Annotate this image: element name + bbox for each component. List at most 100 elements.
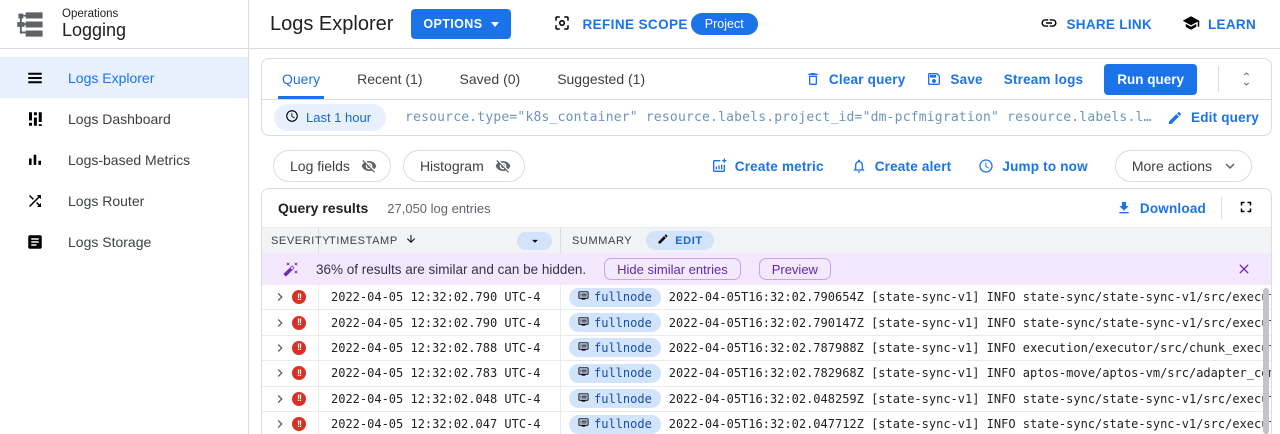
edit-summary-button[interactable]: EDIT [646, 231, 713, 250]
log-timestamp: 2022-04-05 12:32:02.047 UTC-4 [319, 412, 561, 434]
tab-label: Saved (0) [459, 71, 520, 87]
error-severity-icon: !! [292, 366, 306, 380]
share-link-label: SHARE LINK [1066, 17, 1152, 32]
resource-chip-label: fullnode [594, 392, 652, 406]
save-label: Save [950, 72, 982, 87]
close-icon[interactable] [1236, 261, 1252, 277]
refine-scope-icon [553, 14, 571, 35]
sort-desc-icon[interactable] [405, 233, 417, 248]
resource-chip-label: fullnode [594, 316, 652, 330]
banner-message: 36% of results are similar and can be hi… [316, 262, 586, 277]
error-severity-icon: !! [292, 392, 306, 406]
expand-row-icon[interactable] [272, 340, 288, 356]
clear-query-button[interactable]: Clear query [805, 71, 905, 87]
menu-lines-icon [26, 69, 44, 87]
sidebar-item-label: Logs Storage [68, 234, 151, 250]
time-range-chip[interactable]: Last 1 hour [274, 104, 386, 131]
log-timestamp: 2022-04-05 12:32:02.790 UTC-4 [319, 285, 561, 309]
query-results-panel: Query results 27,050 log entries Downloa… [261, 188, 1272, 434]
expand-row-icon[interactable] [272, 289, 288, 305]
options-label: OPTIONS [423, 17, 482, 31]
more-actions-button[interactable]: More actions [1115, 150, 1252, 182]
log-timestamp: 2022-04-05 12:32:02.783 UTC-4 [319, 361, 561, 385]
stream-logs-button[interactable]: Stream logs [1004, 72, 1083, 87]
download-button[interactable]: Download [1116, 200, 1206, 216]
create-alert-button[interactable]: Create alert [851, 158, 952, 174]
page-title: Logs Explorer [270, 13, 393, 36]
table-row[interactable]: !! 2022-04-05 12:32:02.790 UTC-4 fullnod… [262, 310, 1271, 335]
monitor-icon [578, 290, 589, 304]
edit-label: EDIT [675, 235, 702, 247]
error-severity-icon: !! [292, 341, 306, 355]
options-button[interactable]: OPTIONS [411, 9, 511, 39]
similar-entries-banner: 36% of results are similar and can be hi… [262, 253, 1271, 285]
fullscreen-icon[interactable] [1237, 198, 1255, 219]
tab-recent[interactable]: Recent (1) [353, 59, 426, 99]
table-row[interactable]: !! 2022-04-05 12:32:02.048 UTC-4 fullnod… [262, 387, 1271, 412]
jump-to-now-button[interactable]: Jump to now [978, 158, 1087, 174]
timestamp-options-dropdown[interactable] [517, 232, 552, 250]
expand-row-icon[interactable] [272, 365, 288, 381]
table-row[interactable]: !! 2022-04-05 12:32:02.790 UTC-4 fullnod… [262, 285, 1271, 310]
query-input[interactable]: resource.type="k8s_container" resource.l… [405, 110, 1151, 125]
learn-label: LEARN [1208, 17, 1256, 32]
log-timestamp: 2022-04-05 12:32:02.790 UTC-4 [319, 310, 561, 334]
hide-similar-entries-button[interactable]: Hide similar entries [604, 258, 741, 280]
histogram-toggle[interactable]: Histogram [403, 150, 525, 182]
preview-button[interactable]: Preview [759, 258, 831, 280]
resource-chip[interactable]: fullnode [569, 389, 661, 408]
timestamp-header-label: TIMESTAMP [329, 235, 398, 247]
share-link-button[interactable]: SHARE LINK [1040, 14, 1152, 35]
sidebar-item-logs-explorer[interactable]: Logs Explorer [0, 57, 248, 98]
refine-scope-button[interactable]: REFINE SCOPE [553, 14, 687, 35]
sidebar-item-logs-based-metrics[interactable]: Logs-based Metrics [0, 139, 248, 180]
sidebar-item-logs-storage[interactable]: Logs Storage [0, 221, 248, 262]
create-metric-label: Create metric [735, 159, 824, 174]
resource-chip[interactable]: fullnode [569, 364, 661, 383]
save-button[interactable]: Save [926, 71, 982, 87]
run-query-button[interactable]: Run query [1104, 64, 1197, 95]
bar-chart-icon [26, 151, 44, 169]
monitor-icon [578, 341, 589, 355]
learn-button[interactable]: LEARN [1182, 14, 1256, 35]
table-row[interactable]: !! 2022-04-05 12:32:02.788 UTC-4 fullnod… [262, 336, 1271, 361]
scope-badge[interactable]: Project [691, 13, 758, 35]
sidebar: Operations Logging Logs Explorer Logs Da… [0, 0, 249, 434]
sidebar-item-label: Logs Explorer [68, 70, 154, 86]
log-fields-label: Log fields [290, 158, 350, 174]
more-actions-label: More actions [1132, 158, 1212, 174]
tab-label: Recent (1) [357, 71, 422, 87]
download-icon [1116, 200, 1132, 216]
magic-wand-icon [283, 261, 299, 277]
resource-chip[interactable]: fullnode [569, 415, 661, 434]
collapse-expand-toggle[interactable] [1240, 69, 1253, 89]
results-header: Query results 27,050 log entries Downloa… [262, 189, 1271, 227]
sidebar-nav: Logs Explorer Logs Dashboard Logs-based … [0, 49, 248, 262]
sidebar-item-logs-router[interactable]: Logs Router [0, 180, 248, 221]
table-row[interactable]: !! 2022-04-05 12:32:02.783 UTC-4 fullnod… [262, 361, 1271, 386]
create-metric-button[interactable]: Create metric [711, 158, 824, 174]
main-area: Logs Explorer OPTIONS REFINE SCOPE Proje… [249, 0, 1280, 434]
resource-chip[interactable]: fullnode [569, 338, 661, 357]
edit-query-button[interactable]: Edit query [1167, 110, 1259, 126]
resource-chip[interactable]: fullnode [569, 288, 661, 307]
column-header-timestamp[interactable]: TIMESTAMP [319, 228, 561, 253]
resource-chip[interactable]: fullnode [569, 313, 661, 332]
eye-off-icon [495, 158, 511, 174]
table-row[interactable]: !! 2022-04-05 12:32:02.047 UTC-4 fullnod… [262, 412, 1271, 434]
expand-row-icon[interactable] [272, 315, 288, 331]
tab-label: Suggested (1) [557, 71, 645, 87]
tab-suggested[interactable]: Suggested (1) [553, 59, 649, 99]
clear-query-label: Clear query [829, 72, 905, 87]
content: Query Recent (1) Saved (0) Suggested (1)… [249, 49, 1280, 434]
sidebar-item-logs-dashboard[interactable]: Logs Dashboard [0, 98, 248, 139]
trash-icon [805, 71, 821, 87]
expand-row-icon[interactable] [272, 391, 288, 407]
tab-query[interactable]: Query [278, 59, 324, 99]
expand-row-icon[interactable] [272, 416, 288, 432]
tab-saved[interactable]: Saved (0) [455, 59, 524, 99]
stream-logs-label: Stream logs [1004, 72, 1083, 87]
bell-icon [851, 158, 867, 174]
log-fields-toggle[interactable]: Log fields [273, 150, 391, 182]
results-scrollbar[interactable] [1263, 288, 1269, 434]
